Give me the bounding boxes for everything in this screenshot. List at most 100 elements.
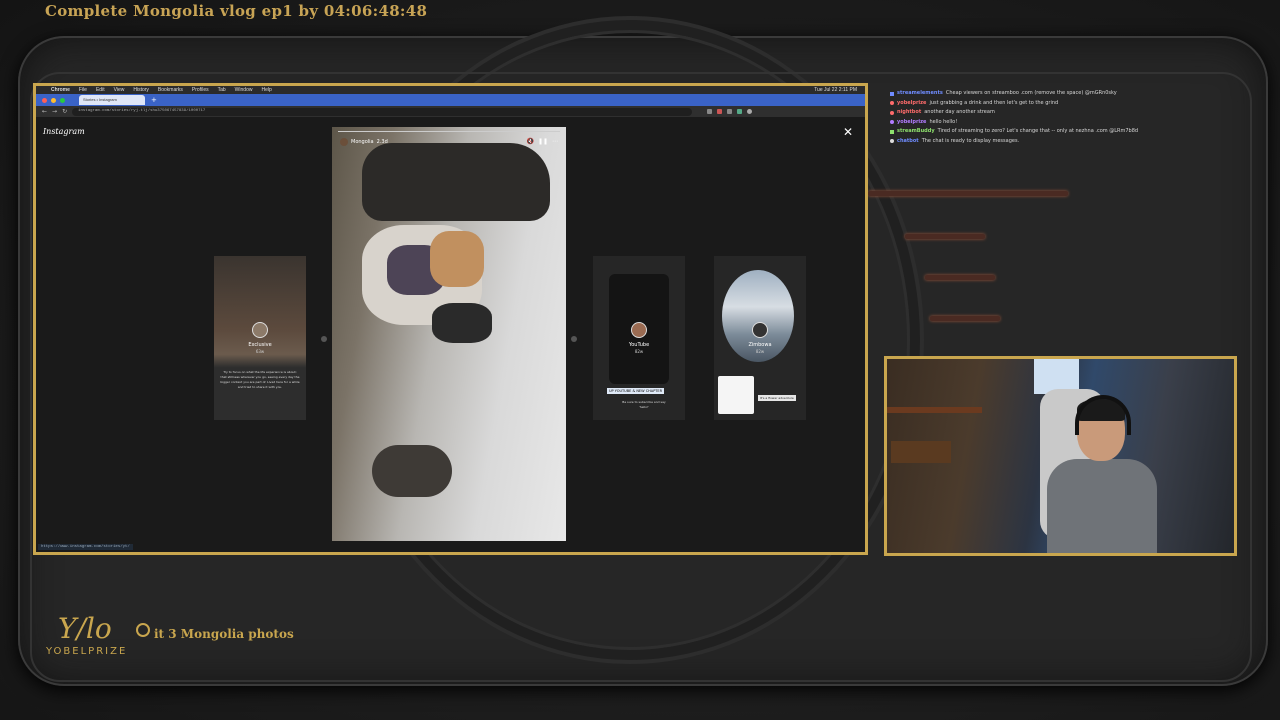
webcam-chessboard	[891, 441, 951, 463]
extension-icon[interactable]	[727, 109, 733, 114]
webcam-shelf	[887, 407, 982, 413]
chat-badge-icon	[890, 129, 894, 134]
chat-message: streamBuddy Tired of streaming to zero? …	[890, 127, 1270, 137]
minimize-window-icon[interactable]	[51, 97, 56, 103]
streamer-torso	[1047, 459, 1157, 553]
chat-message: nightbot another day another stream	[890, 108, 1270, 118]
menu-help[interactable]: Help	[261, 87, 271, 93]
avatar	[252, 322, 268, 338]
photo-person-small	[372, 445, 452, 497]
back-icon[interactable]: ←	[42, 108, 47, 115]
chat-message: yobelprize hello hello!	[890, 118, 1270, 128]
chat-text: The chat is ready to display messages.	[921, 137, 1020, 144]
story-card-zimbowa[interactable]: Zimbowa 82w It's a flower adventure	[714, 256, 806, 420]
address-bar[interactable]: instagram.com/stories/ryj.tlj/shu3750674…	[72, 107, 693, 116]
browser-toolbar: ← → ↻ instagram.com/stories/ryj.tlj/shu3…	[36, 106, 865, 117]
next-story-icon[interactable]	[571, 336, 577, 342]
brand-name: YOBELPRIZE	[46, 646, 128, 657]
story-card-tooltip: It's a flower adventure	[758, 395, 796, 401]
avatar	[631, 322, 647, 338]
more-options-icon[interactable]: ⋯	[552, 138, 558, 145]
instagram-logo[interactable]: Instagram	[43, 127, 85, 136]
chat-text: Tired of streaming to zero? Let's change…	[937, 128, 1139, 134]
gear-icon	[136, 623, 150, 637]
story-card-menu	[718, 376, 754, 414]
menu-window[interactable]: Window	[235, 87, 253, 93]
chat-badge-icon	[890, 120, 894, 125]
brand-logo: Y/lo	[58, 612, 112, 645]
status-url: https://www.instagram.com/stories/yt/	[38, 544, 133, 550]
stream-title: Complete Mongolia vlog ep1 by 04:06:48:4…	[45, 2, 428, 20]
menu-chrome[interactable]: Chrome	[51, 87, 70, 93]
chat-badge-icon	[890, 110, 894, 115]
menubar-clock[interactable]: Tue Jul 22 2:11 PM	[814, 87, 865, 93]
story-card-name: YouTube	[628, 342, 650, 348]
avatar[interactable]	[340, 138, 348, 146]
chat-username: yobelprize	[897, 99, 927, 106]
menu-bookmarks[interactable]: Bookmarks	[158, 87, 183, 93]
chat-badge-icon	[890, 139, 894, 144]
menu-file[interactable]: File	[79, 87, 87, 93]
current-task: it 3 Mongolia photos	[154, 627, 294, 641]
chat-text: Cheap viewers on streamboo .com (remove …	[945, 90, 1117, 96]
extension-icon[interactable]	[717, 109, 723, 114]
story-controls: 🔇 ❚❚ ⋯	[526, 138, 558, 145]
chat-username: streamBuddy	[897, 128, 935, 134]
instagram-stories-viewer: Instagram ✕ Exclusive 63w Try to focus o…	[36, 117, 865, 552]
chat-text: hello hello!	[929, 118, 958, 125]
story-username[interactable]: Mongolia	[351, 139, 374, 145]
reload-icon[interactable]: ↻	[62, 108, 67, 115]
extension-icon[interactable]	[707, 109, 713, 114]
pause-icon[interactable]: ❚❚	[538, 138, 548, 145]
extension-icon[interactable]	[737, 109, 743, 114]
chat-text: just grabbing a drink and then let's get…	[929, 99, 1059, 106]
menu-profiles[interactable]: Profiles	[192, 87, 209, 93]
story-progress-bar	[338, 131, 560, 132]
chat-username: nightbot	[897, 109, 922, 115]
photo-yak	[430, 231, 484, 287]
chat-badge-icon	[890, 101, 894, 106]
chat-text: another day another stream	[924, 109, 995, 115]
chat-username: chatbot	[897, 137, 919, 144]
story-card-age: 82w	[634, 349, 644, 354]
chat-message: yobelprize just grabbing a drink and the…	[890, 99, 1270, 109]
story-card-name: Zimbowa	[748, 342, 772, 348]
photo-yak	[432, 303, 492, 343]
menu-edit[interactable]: Edit	[96, 87, 105, 93]
chat-username: streamelements	[897, 90, 943, 96]
close-icon[interactable]: ✕	[843, 125, 853, 139]
story-card-age: 82w	[755, 349, 765, 354]
screen-capture: Chrome File Edit View History Bookmarks …	[33, 83, 868, 555]
profile-icon[interactable]	[747, 109, 753, 114]
menu-view[interactable]: View	[114, 87, 125, 93]
maximize-window-icon[interactable]	[60, 97, 65, 103]
avatar	[752, 322, 768, 338]
mute-icon[interactable]: 🔇	[526, 138, 533, 145]
story-card-youtube[interactable]: YouTube 82w UP YOUTUBE & NEW CHAPTER Be …	[593, 256, 685, 420]
forward-icon[interactable]: →	[52, 108, 57, 115]
glow-slot	[930, 316, 1000, 321]
story-card-name: Exclusive	[248, 342, 272, 348]
webcam-feed	[884, 356, 1237, 556]
new-tab-icon[interactable]: +	[151, 96, 157, 104]
chat-badge-icon	[890, 91, 894, 96]
glow-slot	[925, 275, 995, 280]
previous-story-icon[interactable]	[321, 336, 327, 342]
story-card-cta: UP YOUTUBE & NEW CHAPTER	[607, 388, 665, 394]
story-card-subtext: Be sure to subscribe and say 'hello!'	[622, 400, 666, 409]
photo-person	[362, 143, 550, 221]
menu-tab[interactable]: Tab	[218, 87, 226, 93]
browser-tabbar: Stories • Instagram +	[36, 94, 865, 106]
branding-panel: Y/lo YOBELPRIZE it 3 Mongolia photos	[30, 606, 400, 668]
close-window-icon[interactable]	[42, 97, 47, 103]
browser-tab-stories[interactable]: Stories • Instagram	[79, 95, 145, 105]
extension-icons	[707, 109, 753, 114]
story-card-text: Try to focus on what the life experience…	[220, 370, 300, 389]
main-story[interactable]: Mongolia 2.3d 🔇 ❚❚ ⋯	[332, 127, 566, 541]
menu-history[interactable]: History	[133, 87, 149, 93]
story-card-exclusive[interactable]: Exclusive 63w Try to focus on what the l…	[214, 256, 306, 420]
chat-overlay: streamelements Cheap viewers on streambo…	[890, 89, 1270, 146]
glow-slot	[868, 191, 1068, 196]
chat-message: chatbot The chat is ready to display mes…	[890, 137, 1270, 147]
glow-slot	[905, 234, 985, 239]
